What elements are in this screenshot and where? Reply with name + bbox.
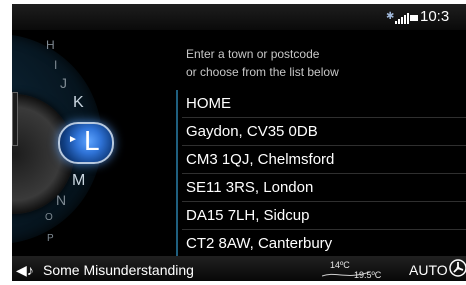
destination-list: HOME Gaydon, CV35 0DB CM3 1QJ, Chelmsfor… [182, 90, 466, 257]
music-icon[interactable]: ◀♪ [16, 262, 34, 279]
list-item[interactable]: DA15 7LH, Sidcup [182, 201, 466, 229]
list-divider [176, 90, 178, 276]
track-title[interactable]: Some Misunderstanding [43, 262, 194, 278]
list-item[interactable]: Gaydon, CV35 0DB [182, 117, 466, 145]
dial-letter-o[interactable]: O [45, 212, 53, 223]
dial-letter-i[interactable]: I [54, 58, 57, 72]
dial-letter-n[interactable]: N [56, 192, 66, 208]
status-time: 10:3 [420, 8, 450, 25]
dial-letter-h[interactable]: H [46, 38, 55, 52]
arrow-right-icon: ► [68, 134, 78, 145]
temp-right[interactable]: 19.5ºC [354, 270, 381, 280]
temp-left[interactable]: 14ºC [330, 260, 350, 270]
entry-prompt: Enter a town or postcode or choose from … [186, 45, 339, 81]
list-item[interactable]: SE11 3RS, London [182, 173, 466, 201]
dial-letter-j[interactable]: J [60, 75, 67, 91]
battery-icon [410, 15, 418, 21]
dial-bracket [12, 92, 18, 146]
list-item[interactable]: CM3 1QJ, Chelmsford [182, 145, 466, 173]
bottom-bar: ◀♪ Some Misunderstanding 14ºC 19.5ºC AUT… [12, 256, 466, 281]
prompt-line-1: Enter a town or postcode [186, 47, 320, 61]
dial-letter-m[interactable]: M [72, 172, 85, 190]
prompt-line-2: or choose from the list below [186, 65, 339, 79]
signal-icon [395, 13, 409, 24]
list-item-home[interactable]: HOME [182, 90, 466, 117]
list-item[interactable]: CT2 8AW, Canterbury [182, 229, 466, 257]
active-letter[interactable]: L [84, 125, 100, 157]
status-bar: ✱ 10:3 [12, 4, 466, 30]
climate-auto[interactable]: AUTO [409, 262, 448, 278]
dial-letter-k[interactable]: K [73, 94, 84, 112]
bluetooth-icon: ✱ [386, 11, 395, 22]
fan-icon[interactable] [448, 258, 466, 278]
dial-letter-p[interactable]: P [47, 233, 54, 244]
navigation-screen: ✱ 10:3 H I J K ► L M N O P Enter a town … [12, 4, 466, 281]
